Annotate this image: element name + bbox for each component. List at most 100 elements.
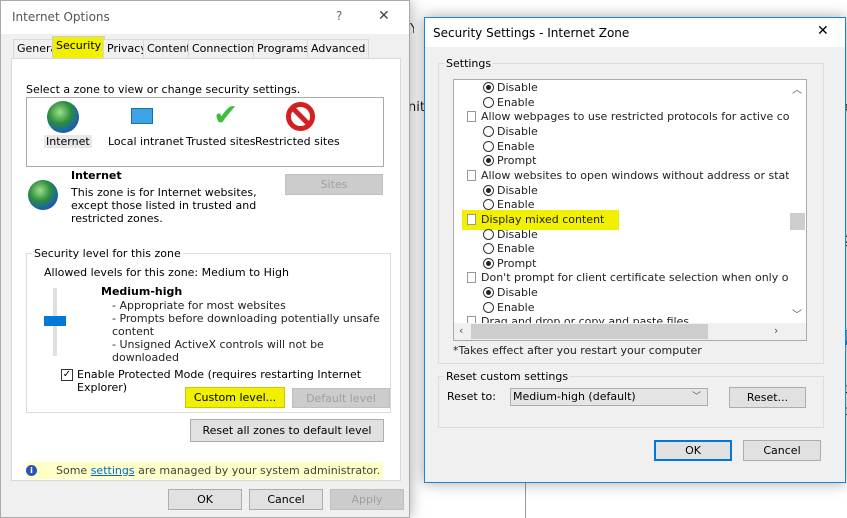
- radio-icon[interactable]: [483, 287, 494, 299]
- setting-option-radio[interactable]: Disable: [483, 286, 538, 300]
- reset-button[interactable]: Reset...: [729, 387, 806, 408]
- scrollbar-thumb[interactable]: [471, 324, 708, 339]
- custom-level-button[interactable]: Custom level...: [185, 387, 285, 408]
- protected-mode-checkbox[interactable]: ✓: [61, 369, 73, 381]
- zone-prompt: Select a zone to view or change security…: [26, 83, 301, 96]
- tab-advanced[interactable]: Advanced: [307, 39, 370, 59]
- scroll-down-icon[interactable]: ﹀: [792, 306, 802, 321]
- settings-group: Settings Disable Enable Allow webpages to …: [438, 57, 824, 364]
- option-label: Enable: [497, 242, 535, 256]
- setting-option-radio[interactable]: Prompt: [483, 257, 536, 271]
- radio-icon[interactable]: [483, 140, 494, 152]
- option-label: Disable: [497, 286, 538, 300]
- setting-option-radio[interactable]: Prompt: [483, 154, 536, 168]
- zone-description-line: This zone is for Internet websites,: [71, 186, 257, 199]
- zone-list: Internet Local intranet ✔ Trusted sites …: [26, 97, 384, 167]
- setting-heading[interactable]: Allow webpages to use restricted protoco…: [467, 110, 789, 124]
- reset-to-select[interactable]: Medium-high (default) ﹀: [510, 388, 708, 406]
- group-label: Security level for this zone: [32, 247, 183, 260]
- option-label: Enable: [497, 95, 535, 109]
- zone-description-line: except those listed in trusted and: [71, 199, 257, 212]
- scroll-left-icon[interactable]: ‹: [459, 324, 463, 337]
- document-icon: [467, 169, 476, 181]
- radio-icon[interactable]: [483, 125, 494, 137]
- setting-heading[interactable]: Allow websites to open windows without a…: [467, 169, 789, 183]
- option-label: Disable: [497, 227, 538, 241]
- radio-icon[interactable]: [483, 301, 494, 313]
- cancel-button[interactable]: Cancel: [743, 440, 821, 461]
- zone-trusted-sites[interactable]: Trusted sites: [186, 135, 256, 148]
- close-button[interactable]: ✕: [378, 8, 390, 24]
- level-point: - Unsigned ActiveX controls will not be …: [112, 338, 324, 364]
- checkmark-icon[interactable]: ✔: [213, 98, 238, 133]
- internet-options-dialog: Internet Options ? ✕ General Security Pr…: [0, 0, 410, 518]
- security-settings-dialog: Security Settings - Internet Zone ✕ Sett…: [424, 17, 846, 483]
- reset-all-zones-button[interactable]: Reset all zones to default level: [190, 419, 384, 442]
- tab-security[interactable]: Security: [52, 36, 106, 59]
- cancel-button[interactable]: Cancel: [249, 489, 323, 510]
- settings-list[interactable]: Disable Enable Allow webpages to use restr…: [453, 79, 807, 341]
- level-point: - Prompts before downloading potentially…: [112, 312, 380, 338]
- document-icon: [467, 213, 476, 225]
- option-label: Disable: [497, 81, 538, 94]
- ok-button[interactable]: OK: [168, 489, 242, 510]
- zone-title: Internet: [71, 169, 122, 182]
- setting-option-radio[interactable]: Enable: [483, 242, 534, 256]
- radio-icon[interactable]: [483, 96, 494, 108]
- scrollbar-thumb[interactable]: [790, 213, 805, 230]
- settings-link[interactable]: settings: [91, 464, 135, 477]
- option-label: Disable: [497, 124, 538, 138]
- setting-heading[interactable]: Don't prompt for client certificate sele…: [467, 271, 789, 285]
- radio-icon[interactable]: [483, 257, 494, 269]
- scroll-up-icon[interactable]: ︿: [792, 81, 802, 96]
- radio-icon[interactable]: [483, 243, 494, 255]
- group-label: Reset custom settings: [444, 370, 571, 383]
- zone-restricted-sites[interactable]: Restricted sites: [255, 135, 340, 148]
- prohibited-icon[interactable]: [286, 102, 315, 131]
- option-label: Prompt: [497, 256, 537, 270]
- setting-option-radio[interactable]: Disable: [483, 228, 538, 242]
- close-button[interactable]: ✕: [817, 23, 829, 39]
- vertical-scrollbar[interactable]: ︿ ﹀: [789, 80, 806, 325]
- apply-button[interactable]: Apply: [330, 489, 404, 510]
- help-button[interactable]: ?: [336, 9, 342, 23]
- chevron-down-icon: ﹀: [691, 392, 701, 402]
- group-label: Settings: [444, 57, 494, 70]
- radio-icon[interactable]: [483, 228, 494, 240]
- tab-content[interactable]: Content: [143, 39, 195, 59]
- level-description: - Appropriate for most websites - Prompt…: [112, 299, 390, 364]
- admin-info-text: Some settings are managed by your system…: [56, 464, 381, 477]
- default-level-button[interactable]: Default level: [292, 388, 390, 408]
- setting-option-radio[interactable]: Disable: [483, 81, 538, 95]
- intranet-icon[interactable]: [131, 108, 153, 124]
- globe-icon: [28, 180, 58, 210]
- zone-internet[interactable]: Internet: [44, 135, 92, 148]
- document-icon: [467, 272, 476, 284]
- zone-local-intranet[interactable]: Local intranet: [108, 135, 184, 148]
- ok-button[interactable]: OK: [654, 440, 732, 461]
- setting-option-radio[interactable]: Disable: [483, 125, 538, 139]
- security-level-group: Security level for this zone Allowed lev…: [26, 247, 391, 413]
- setting-option-radio[interactable]: Enable: [483, 301, 534, 315]
- setting-label: Display mixed content: [481, 212, 605, 226]
- option-label: Prompt: [497, 154, 537, 168]
- horizontal-scrollbar[interactable]: ‹ ›: [454, 323, 806, 340]
- radio-icon[interactable]: [483, 199, 494, 211]
- reset-to-label: Reset to:: [447, 390, 496, 403]
- info-icon: i: [26, 465, 37, 476]
- background-divider: [525, 482, 526, 518]
- globe-icon[interactable]: [47, 101, 79, 133]
- sites-button[interactable]: Sites: [285, 174, 383, 195]
- option-label: Enable: [497, 300, 535, 314]
- setting-option-radio[interactable]: Enable: [483, 96, 534, 110]
- security-level-slider-thumb[interactable]: [44, 316, 66, 326]
- radio-icon[interactable]: [483, 155, 494, 167]
- scroll-right-icon[interactable]: ›: [774, 324, 778, 337]
- setting-option-radio[interactable]: Disable: [483, 184, 538, 198]
- security-tab-panel: Select a zone to view or change security…: [11, 58, 401, 481]
- option-label: Disable: [497, 183, 538, 197]
- tab-programs[interactable]: Programs: [253, 39, 314, 59]
- setting-option-radio[interactable]: Enable: [483, 140, 534, 154]
- radio-icon[interactable]: [483, 184, 494, 196]
- radio-icon[interactable]: [483, 82, 494, 93]
